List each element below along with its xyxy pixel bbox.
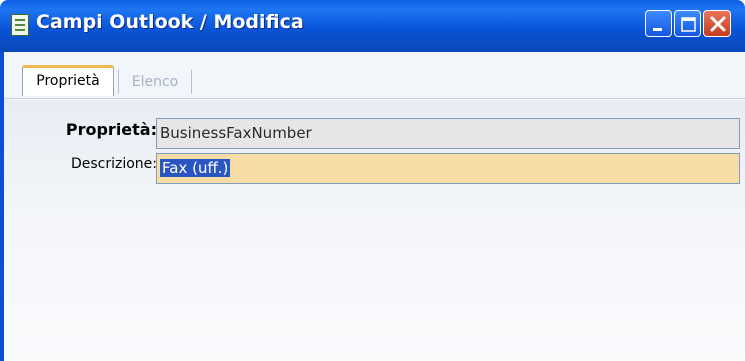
maximize-button[interactable]: [674, 10, 701, 37]
tab-divider: [4, 98, 745, 99]
title-bar[interactable]: Campi Outlook / Modifica: [0, 0, 745, 52]
dialog-window: Campi Outlook / Modifica Proprietà Elenc…: [0, 0, 745, 361]
tab-strip: Proprietà Elenco: [4, 52, 745, 100]
close-button[interactable]: [703, 10, 731, 37]
minimize-icon: [653, 28, 662, 31]
proprieta-label: Proprietà:: [65, 120, 157, 139]
app-icon: [11, 14, 29, 36]
descrizione-selected-text: Fax (uff.): [160, 159, 231, 177]
maximize-icon: [681, 17, 696, 32]
tab-proprieta[interactable]: Proprietà: [22, 65, 114, 96]
close-icon: [710, 16, 726, 32]
minimize-button[interactable]: [645, 10, 672, 37]
descrizione-label: Descrizione:: [70, 156, 157, 172]
dialog-body: Proprietà Elenco Proprietà: BusinessFaxN…: [4, 52, 745, 361]
window-title: Campi Outlook / Modifica: [36, 11, 304, 33]
proprieta-field: BusinessFaxNumber: [156, 118, 740, 149]
tab-elenco[interactable]: Elenco: [118, 70, 192, 94]
descrizione-field[interactable]: Fax (uff.): [156, 153, 740, 184]
